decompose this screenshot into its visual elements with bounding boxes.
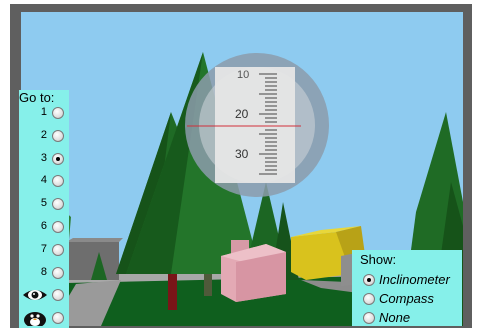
goto-radio[interactable] bbox=[52, 198, 64, 211]
goto-option-3[interactable]: 3 bbox=[19, 151, 69, 169]
goto-option-label: 3 bbox=[40, 151, 47, 164]
goto-radio[interactable] bbox=[52, 289, 64, 302]
goto-option-label: 1 bbox=[40, 106, 47, 118]
goto-option-eye[interactable] bbox=[19, 287, 69, 305]
show-option-compass[interactable]: Compass bbox=[360, 290, 460, 308]
scale-label-30: 30 bbox=[235, 147, 249, 161]
goto-radio[interactable] bbox=[52, 221, 64, 233]
goto-option-8[interactable]: 8 bbox=[19, 265, 69, 283]
show-option-label: None bbox=[379, 310, 411, 325]
show-radio[interactable] bbox=[363, 274, 375, 286]
goto-radio[interactable] bbox=[52, 312, 64, 325]
goto-option-label: 8 bbox=[40, 265, 47, 278]
goto-option-2[interactable]: 2 bbox=[19, 128, 69, 146]
goto-option-penguin[interactable] bbox=[19, 310, 69, 329]
goto-option-label: 6 bbox=[40, 220, 47, 232]
goto-radio[interactable] bbox=[52, 266, 64, 279]
tree-left-trunk bbox=[168, 274, 177, 310]
show-option-label: Inclinometer bbox=[379, 272, 450, 287]
tree-center-trunk bbox=[204, 274, 212, 296]
goto-radio[interactable] bbox=[52, 107, 64, 119]
show-option-inclinometer[interactable]: Inclinometer bbox=[360, 271, 460, 289]
eye-icon bbox=[22, 287, 48, 303]
goto-option-label: 4 bbox=[40, 174, 47, 187]
goto-panel: Go to: 1 2 3 4 5 6 7 8 bbox=[19, 90, 69, 329]
inclinometer: 10 20 30 bbox=[185, 53, 329, 197]
scale-label-10: 10 bbox=[237, 69, 249, 81]
show-title: Show: bbox=[360, 252, 397, 267]
show-option-label: Compass bbox=[379, 291, 434, 306]
grey-house-left bbox=[66, 242, 119, 280]
inclinometer-scale-card bbox=[215, 67, 295, 183]
show-option-none[interactable]: None bbox=[360, 309, 460, 327]
goto-option-4[interactable]: 4 bbox=[19, 173, 69, 191]
goto-radio[interactable] bbox=[52, 243, 64, 256]
show-radio[interactable] bbox=[363, 293, 375, 305]
goto-radio[interactable] bbox=[52, 175, 64, 188]
show-radio[interactable] bbox=[363, 312, 375, 324]
goto-radio[interactable] bbox=[52, 129, 64, 142]
goto-radio[interactable] bbox=[52, 152, 64, 165]
goto-option-7[interactable]: 7 bbox=[19, 242, 69, 260]
goto-option-5[interactable]: 5 bbox=[19, 196, 69, 214]
scale-label-20: 20 bbox=[235, 107, 249, 121]
goto-option-label: 2 bbox=[40, 128, 47, 141]
goto-option-label: 7 bbox=[40, 242, 47, 255]
goto-title: Go to: bbox=[19, 90, 55, 105]
penguin-icon bbox=[22, 310, 48, 329]
grey-house-left-roof bbox=[66, 238, 123, 242]
show-panel: Show: Inclinometer Compass None bbox=[352, 250, 462, 326]
goto-option-label: 5 bbox=[40, 197, 47, 210]
goto-option-1[interactable]: 1 bbox=[19, 105, 69, 123]
goto-option-6[interactable]: 6 bbox=[19, 219, 69, 237]
